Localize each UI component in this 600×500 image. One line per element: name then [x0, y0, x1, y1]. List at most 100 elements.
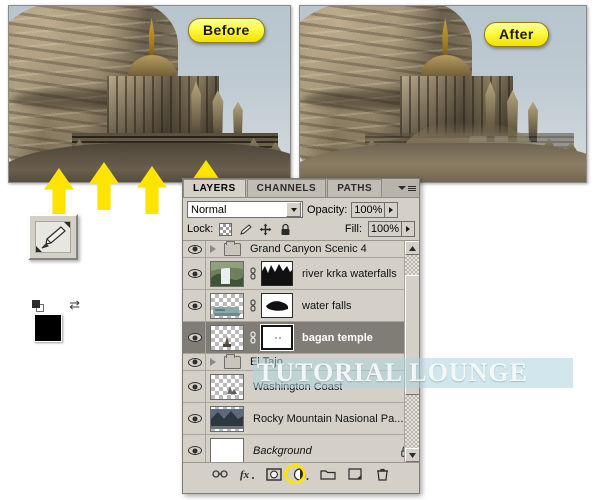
table-row[interactable]: Background [183, 435, 419, 462]
layer-thumbnail[interactable] [210, 373, 244, 400]
eye-icon [188, 357, 202, 367]
screenshot-root: Before After ⇄ LAYERS CHANNELS PATHS Nor… [0, 0, 600, 500]
opacity-field[interactable]: 100% [351, 201, 399, 218]
layer-name: El Tajo [250, 356, 283, 368]
layer-name: Rocky Mountain Nasional Pa... [253, 412, 404, 425]
lock-all-icon[interactable] [279, 223, 292, 236]
table-row[interactable]: water falls [183, 290, 419, 322]
corner-marker [36, 246, 42, 252]
visibility-toggle[interactable] [185, 241, 206, 257]
layer-thumbnail[interactable] [210, 437, 244, 462]
blend-mode-select[interactable]: Normal [187, 201, 303, 218]
visibility-toggle[interactable] [185, 322, 206, 353]
lock-label: Lock: [187, 223, 214, 235]
layer-name: bagan temple [302, 331, 373, 344]
visibility-toggle[interactable] [185, 290, 206, 321]
foreground-color-swatch[interactable] [34, 314, 62, 342]
visibility-toggle[interactable] [185, 354, 206, 370]
eye-icon [188, 414, 202, 423]
blend-mode-value: Normal [191, 203, 227, 216]
tab-layers[interactable]: LAYERS [183, 179, 246, 197]
scroll-down-arrow[interactable] [405, 448, 419, 462]
layer-name: Background [253, 444, 312, 457]
add-layer-mask-button[interactable] [266, 467, 282, 482]
lock-row: Lock: Fill: 100% [183, 220, 419, 241]
new-layer-button[interactable] [347, 467, 363, 482]
fill-stepper[interactable] [401, 222, 414, 236]
panel-menu-icon[interactable] [398, 182, 416, 194]
swap-colors-icon[interactable]: ⇄ [69, 298, 80, 311]
lock-image-icon[interactable] [239, 223, 253, 236]
before-badge: Before [188, 18, 265, 43]
table-row-selected[interactable]: bagan temple [183, 322, 419, 354]
visibility-toggle[interactable] [185, 371, 206, 402]
tab-channels[interactable]: CHANNELS [246, 179, 327, 197]
blend-mode-row: Normal Opacity: 100% [183, 198, 419, 220]
temple-body [107, 75, 219, 137]
layer-thumbnail[interactable] [210, 292, 244, 319]
eye-icon [188, 382, 202, 391]
fill-label: Fill: [344, 223, 362, 235]
eye-icon [188, 269, 202, 278]
layer-list-scrollbar[interactable] [404, 241, 419, 462]
layer-name: water falls [302, 299, 352, 312]
opacity-value: 100% [352, 203, 385, 216]
default-colors-icon[interactable] [32, 300, 44, 312]
eye-icon [188, 446, 202, 455]
layer-name: river krka waterfalls [302, 267, 397, 280]
fill-field[interactable]: 100% [368, 221, 415, 237]
link-layers-button[interactable] [212, 467, 228, 482]
layer-thumbnail[interactable] [210, 260, 244, 287]
eye-icon [188, 333, 202, 342]
fill-value: 100% [369, 223, 401, 235]
layer-mask-thumbnail[interactable] [261, 293, 293, 318]
corner-marker [64, 222, 70, 228]
layer-mask-thumbnail[interactable] [261, 261, 293, 286]
tab-paths[interactable]: PATHS [327, 179, 383, 197]
mask-link-icon[interactable] [247, 299, 258, 312]
layer-style-button[interactable]: fx [239, 467, 255, 482]
eye-icon [188, 301, 202, 310]
chevron-down-icon[interactable] [286, 202, 301, 217]
brush-tool-button[interactable] [28, 214, 78, 260]
table-row[interactable]: Grand Canyon Scenic 4 [183, 241, 419, 258]
mask-link-icon[interactable] [247, 267, 258, 280]
new-group-button[interactable] [320, 467, 336, 482]
scrollbar-track[interactable] [405, 255, 419, 448]
table-row[interactable]: Rocky Mountain Nasional Pa... [183, 403, 419, 435]
opacity-stepper[interactable] [384, 202, 398, 217]
lock-transparency-icon[interactable] [219, 222, 233, 236]
group-disclosure-icon[interactable] [206, 358, 220, 366]
color-swatches: ⇄ [30, 298, 82, 358]
visibility-toggle[interactable] [185, 435, 206, 462]
layers-palette: LAYERS CHANNELS PATHS Normal Opacity: 10… [182, 178, 420, 494]
folder-icon [224, 353, 241, 369]
table-row[interactable]: river krka waterfalls [183, 258, 419, 290]
svg-text:fx: fx [240, 469, 250, 481]
adjustment-layer-button[interactable] [293, 467, 309, 482]
layer-list[interactable]: Grand Canyon Scenic 4 river krka waterfa… [183, 241, 419, 463]
folder-icon [224, 241, 241, 256]
layer-thumbnail[interactable] [210, 324, 244, 351]
brush-icon [35, 221, 71, 253]
eye-icon [188, 244, 202, 254]
group-disclosure-icon[interactable] [206, 245, 220, 253]
scroll-up-arrow[interactable] [405, 241, 419, 255]
layer-thumbnail[interactable] [210, 405, 244, 432]
visibility-toggle[interactable] [185, 403, 206, 434]
palette-tab-bar: LAYERS CHANNELS PATHS [183, 179, 419, 198]
lock-position-icon[interactable] [259, 223, 272, 236]
opacity-label: Opacity: [307, 203, 348, 216]
scrollbar-thumb[interactable] [405, 275, 419, 395]
table-row[interactable]: Washington Coast [183, 371, 419, 403]
after-badge: After [484, 22, 549, 47]
layer-mask-thumbnail-active[interactable] [261, 325, 293, 350]
layer-name: Washington Coast [253, 380, 343, 393]
table-row[interactable]: El Tajo [183, 353, 419, 371]
palette-bottom-bar: fx [183, 463, 419, 485]
mask-link-icon[interactable] [247, 331, 258, 344]
layer-name: Grand Canyon Scenic 4 [250, 243, 367, 255]
delete-layer-button[interactable] [374, 467, 390, 482]
visibility-toggle[interactable] [185, 258, 206, 289]
lock-buttons [219, 222, 292, 236]
